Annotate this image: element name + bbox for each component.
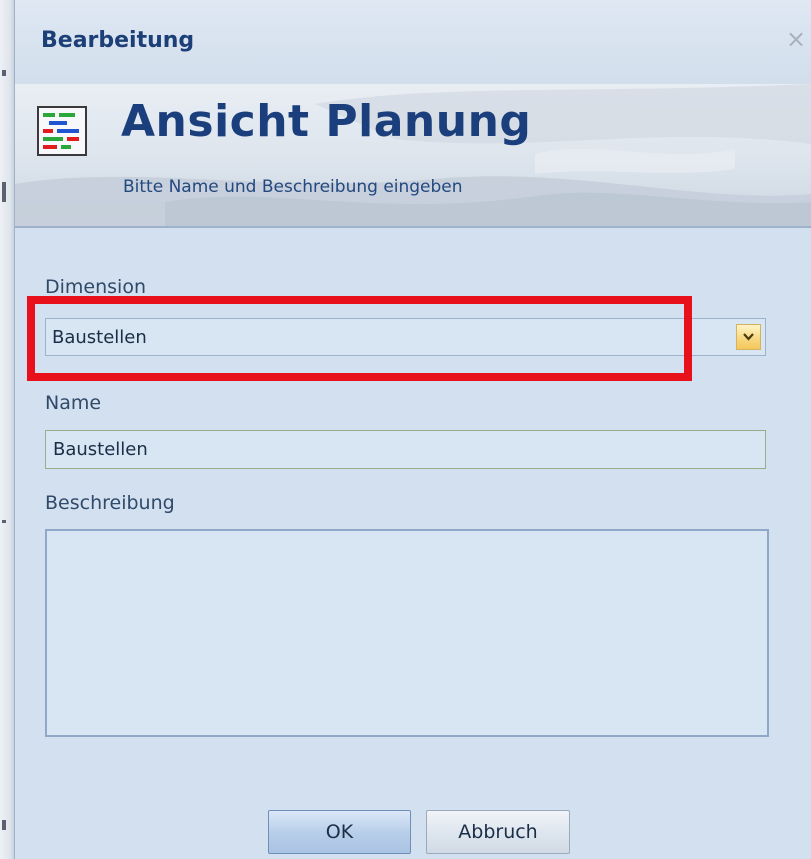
edge-mark <box>2 182 6 202</box>
dialog-window-title: Bearbeitung <box>41 28 195 53</box>
dimension-dropdown-value: Baustellen <box>52 327 147 348</box>
cancel-button[interactable]: Abbruch <box>426 810 570 854</box>
chevron-down-icon <box>743 333 754 341</box>
description-field-wrapper <box>45 529 769 737</box>
dimension-dropdown-button[interactable] <box>736 324 761 350</box>
dimension-dropdown[interactable]: Baustellen <box>45 318 766 356</box>
name-field-wrapper <box>45 430 766 469</box>
dialog-header-subtitle: Bitte Name und Beschreibung eingeben <box>123 177 463 197</box>
schedule-bars-icon <box>37 106 87 156</box>
description-label: Beschreibung <box>45 492 175 514</box>
dialog-header-title: Ansicht Planung <box>121 96 532 147</box>
dialog-titlebar: Bearbeitung × <box>15 0 811 84</box>
edge-mark <box>2 820 6 830</box>
name-input[interactable] <box>46 431 765 468</box>
close-icon[interactable]: × <box>785 27 807 51</box>
name-label: Name <box>45 392 102 414</box>
background-window-edge <box>0 0 14 859</box>
ok-button[interactable]: OK <box>268 810 411 854</box>
dimension-label: Dimension <box>45 276 146 298</box>
dialog-header-banner: Ansicht Planung Bitte Name und Beschreib… <box>15 84 811 226</box>
edge-mark <box>2 70 6 76</box>
edge-mark <box>2 520 6 523</box>
edit-dialog: Bearbeitung × Ansicht Planung Bitte Name… <box>14 0 811 859</box>
description-textarea[interactable] <box>47 531 767 735</box>
header-divider <box>15 226 811 228</box>
